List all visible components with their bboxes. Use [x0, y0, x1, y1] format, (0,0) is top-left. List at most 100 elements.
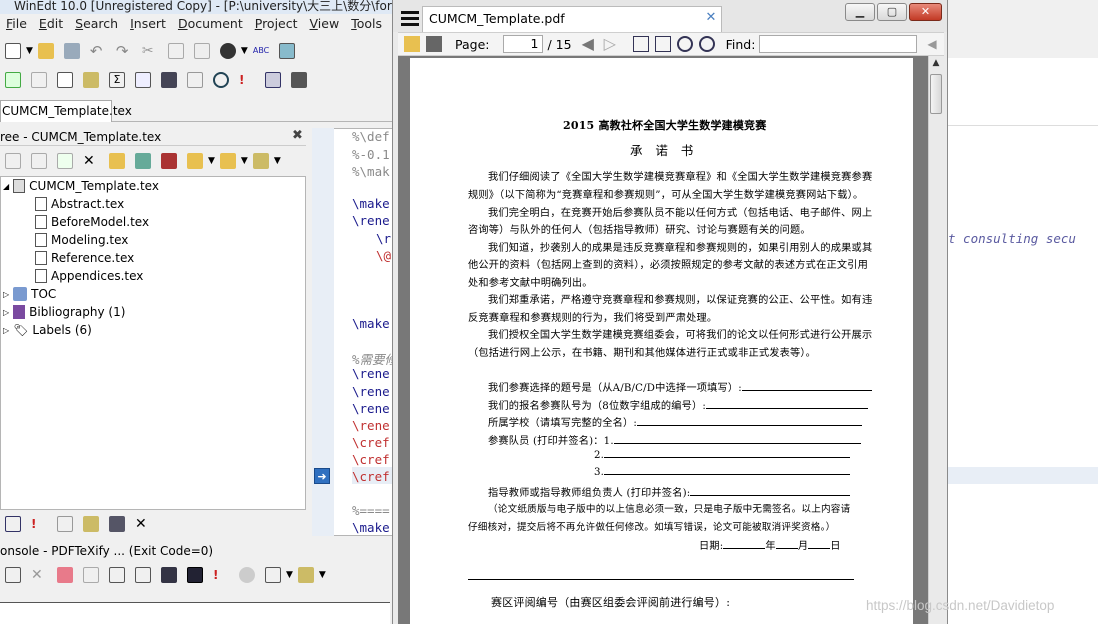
- chevron-down-icon[interactable]: ▼: [319, 570, 326, 580]
- editor-line[interactable]: \make: [352, 196, 390, 211]
- close-tab-icon[interactable]: ✕: [704, 10, 718, 26]
- project-icon[interactable]: [83, 72, 99, 88]
- editor-line[interactable]: \rene: [352, 401, 390, 416]
- eraser-icon[interactable]: [57, 567, 73, 583]
- editor-line[interactable]: \@: [376, 248, 391, 263]
- close-icon[interactable]: ✕: [31, 567, 47, 583]
- zoom-in-icon[interactable]: [698, 36, 715, 52]
- editor-line[interactable]: \r: [376, 231, 391, 246]
- hamburger-menu-icon[interactable]: [400, 8, 420, 28]
- error-search-icon[interactable]: !: [239, 72, 255, 88]
- zoom-out-icon[interactable]: [676, 36, 693, 52]
- minimize-button[interactable]: ▁: [845, 3, 875, 21]
- list-icon[interactable]: [5, 567, 21, 583]
- expand-icon[interactable]: ◢: [3, 182, 9, 191]
- undo-icon[interactable]: ↶: [90, 43, 106, 59]
- tree-refresh-icon[interactable]: [135, 153, 151, 169]
- image-icon[interactable]: [278, 43, 295, 59]
- find-input[interactable]: [759, 35, 918, 53]
- open-folder-icon[interactable]: [37, 43, 54, 59]
- copy-icon[interactable]: [109, 567, 125, 583]
- editor-line[interactable]: \rene: [352, 384, 390, 399]
- editor-line[interactable]: \cref: [352, 435, 390, 450]
- trash-icon[interactable]: [291, 72, 307, 88]
- grid-icon[interactable]: [187, 72, 203, 88]
- print-icon[interactable]: [426, 36, 442, 52]
- scroll-up-icon[interactable]: ▲: [930, 58, 942, 72]
- table-icon[interactable]: [265, 567, 281, 583]
- expand-icon[interactable]: ▷: [3, 308, 9, 317]
- tree-labels[interactable]: ▷ 🏷 Labels (6): [3, 323, 92, 337]
- editor-line[interactable]: %====: [352, 503, 390, 518]
- editor-line[interactable]: \rene: [352, 366, 390, 381]
- sum-icon[interactable]: Σ: [109, 72, 125, 88]
- tree-save-icon[interactable]: [161, 153, 177, 169]
- clipboard-icon[interactable]: [83, 567, 99, 583]
- redo-icon[interactable]: ↷: [116, 43, 132, 59]
- fit-page-icon[interactable]: [632, 36, 649, 52]
- people-icon[interactable]: [83, 516, 99, 532]
- tree-item[interactable]: BeforeModel.tex: [35, 215, 149, 229]
- chevron-down-icon[interactable]: ▼: [286, 570, 293, 580]
- tag-search-icon[interactable]: [57, 516, 73, 532]
- editor-right-text[interactable]: t consulting secu: [948, 231, 1076, 246]
- editor-pane-right[interactable]: [948, 58, 1098, 624]
- menu-document[interactable]: Document: [172, 15, 249, 35]
- tree-add-icon[interactable]: [57, 153, 73, 169]
- tree-icon[interactable]: [57, 72, 73, 88]
- tree-item[interactable]: Abstract.tex: [35, 197, 124, 211]
- close-icon[interactable]: ✖: [292, 128, 304, 144]
- chevron-down-icon[interactable]: ▼: [241, 156, 248, 166]
- menu-insert[interactable]: Insert: [124, 15, 172, 35]
- terminal-icon[interactable]: [187, 567, 203, 583]
- open-icon[interactable]: [404, 36, 420, 52]
- chevron-down-icon[interactable]: ▼: [26, 46, 33, 56]
- editor-line[interactable]: %-0.1: [352, 147, 390, 162]
- tree-open-icon[interactable]: [187, 153, 203, 169]
- menu-edit[interactable]: Edit: [33, 15, 69, 35]
- editor-line[interactable]: \rene: [352, 213, 390, 228]
- stop-icon[interactable]: [161, 567, 177, 583]
- tree-item[interactable]: Modeling.tex: [35, 233, 128, 247]
- menu-tools[interactable]: Tools: [345, 15, 388, 35]
- editor-line[interactable]: \make: [352, 316, 390, 331]
- editor-line[interactable]: \cref: [352, 469, 390, 484]
- expand-icon[interactable]: ▷: [3, 290, 9, 299]
- paste-icon[interactable]: [193, 43, 210, 59]
- error-search-icon[interactable]: !: [213, 567, 229, 583]
- find-icon[interactable]: [219, 43, 236, 59]
- error-search-icon[interactable]: !: [31, 516, 47, 532]
- new-doc-icon[interactable]: [5, 72, 21, 88]
- tree-remove-icon[interactable]: ✕: [83, 153, 99, 169]
- paste-icon[interactable]: [135, 567, 151, 583]
- calculator-icon[interactable]: [161, 72, 177, 88]
- menu-file[interactable]: File: [0, 15, 33, 35]
- editor-line[interactable]: %\mak: [352, 164, 390, 179]
- editor-line[interactable]: \rene: [352, 418, 390, 433]
- new-file-icon[interactable]: [5, 43, 21, 59]
- copy-icon[interactable]: [167, 43, 184, 59]
- monitor-icon[interactable]: [109, 516, 125, 532]
- console-output[interactable]: [0, 602, 390, 624]
- tree-toc[interactable]: ▷ TOC: [3, 287, 56, 301]
- chevron-down-icon[interactable]: ▼: [208, 156, 215, 166]
- table-icon[interactable]: [135, 72, 151, 88]
- tab-cumcm-template[interactable]: CUMCM_Template.tex: [0, 100, 132, 122]
- page-number-input[interactable]: 1: [503, 35, 544, 53]
- chevron-down-icon[interactable]: ▼: [241, 46, 248, 56]
- menu-project[interactable]: Project: [249, 15, 304, 35]
- menu-view[interactable]: View: [304, 15, 346, 35]
- tree-root[interactable]: ◢ CUMCM_Template.tex: [3, 179, 159, 193]
- project-icon[interactable]: [297, 567, 314, 583]
- editor-line[interactable]: \make: [352, 520, 390, 535]
- editor-line[interactable]: %\def: [352, 129, 390, 144]
- tree-folder2-icon[interactable]: [219, 153, 236, 169]
- close-icon[interactable]: ✕: [135, 516, 151, 532]
- list-icon[interactable]: [5, 516, 21, 532]
- chevron-down-icon[interactable]: ▼: [274, 156, 281, 166]
- tree-folder-icon[interactable]: [109, 153, 125, 169]
- next-page-icon[interactable]: ▷: [604, 36, 620, 52]
- menu-search[interactable]: Search: [69, 15, 124, 35]
- find-arrow-icon[interactable]: ◀: [927, 37, 936, 51]
- save-icon[interactable]: [63, 43, 80, 59]
